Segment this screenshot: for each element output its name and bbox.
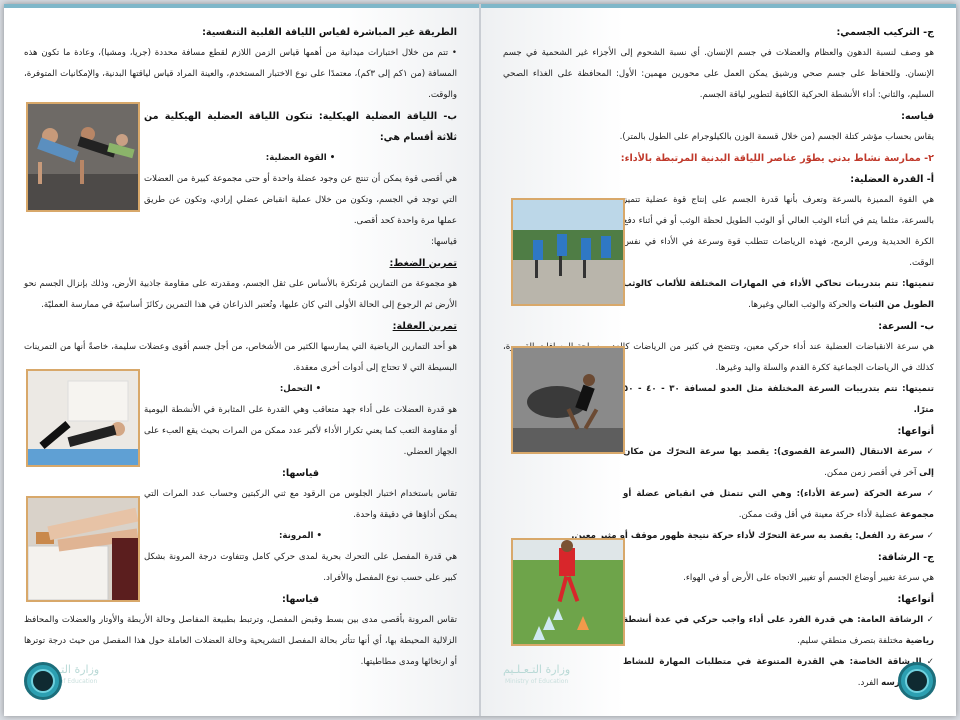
measure-heading: قياسه: bbox=[901, 111, 934, 122]
speed-block: تنميتها: تتم بتدريبات السرعة المختلفة مث… bbox=[623, 379, 934, 526]
sprinter-photo bbox=[511, 346, 625, 454]
agility-types-heading: أنواعها: bbox=[897, 594, 934, 605]
power-block: هي القوة المميزة بالسرعة وتعرف بأنها قدر… bbox=[623, 190, 934, 316]
agility-type-2: ✓ الرشاقة الخاصة: هي القدرة المتنوعة في … bbox=[623, 657, 934, 688]
flexibility-measure: قياسها: bbox=[281, 594, 319, 605]
agility-cones-photo bbox=[511, 538, 625, 646]
pushup-group-photo bbox=[26, 102, 140, 212]
right-watermark: وزارة التـعـلـيم Ministry of Education bbox=[503, 663, 571, 686]
pushup-heading: تمرين الضغط: bbox=[389, 258, 457, 269]
previous-page-button[interactable] bbox=[24, 662, 62, 700]
endurance-measure: قياسها: bbox=[281, 468, 319, 479]
speed-type-1: ✓ سرعة الانتقال (السرعة القصوى): يقصد به… bbox=[623, 447, 934, 478]
power-development: تنميتها: تتم بتدريبات تحاكي الأداء في ال… bbox=[623, 279, 934, 310]
agility-block: أنواعها: ✓ الرشاقة العامة: هي قدرة الفرد… bbox=[623, 589, 934, 694]
flexibility-bullet: • المرونة: bbox=[279, 531, 322, 541]
previous-page-icon bbox=[31, 669, 55, 693]
strength-paragraph: هي أقصى قوة يمكن أن تنتج عن وجود عضلة وا… bbox=[144, 174, 457, 226]
structural-heading: ب- اللياقة العضلية الهيكلية: تتكون الليا… bbox=[144, 111, 457, 143]
jump-training-photo bbox=[511, 198, 625, 306]
right-page: ج- التركيب الجسمي: هو وصف لنسبة الدهون و… bbox=[480, 4, 956, 716]
book-spread: الطريقة غير المباشرة لقياس اللياقة القلب… bbox=[4, 4, 956, 716]
speed-types-heading: أنواعها: bbox=[897, 426, 934, 437]
agility-type-1: ✓ الرشاقة العامة: هي قدرة الفرد على أداء… bbox=[623, 615, 934, 646]
endurance-paragraph: هو قدرة العضلات على أداء جهد متعاقب وهي … bbox=[144, 405, 457, 457]
pullup-heading: تمرين العقلة: bbox=[392, 321, 457, 332]
power-paragraph: هي القوة المميزة بالسرعة وتعرف بأنها قدر… bbox=[623, 195, 934, 268]
indirect-heading: الطريقة غير المباشرة لقياس اللياقة القلب… bbox=[202, 27, 457, 38]
endurance-block: • التحمل: هو قدرة العضلات على أداء جهد م… bbox=[144, 379, 457, 610]
body-composition-heading: ج- التركيب الجسمي: bbox=[836, 27, 934, 38]
indirect-paragraph: • تتم من خلال اختبارات ميدانية من أهمها … bbox=[24, 48, 457, 100]
speed-development: تنميتها: تتم بتدريبات السرعة المختلفة مث… bbox=[623, 384, 935, 415]
speed-type-2: ✓ سرعة الحركة (سرعة الأداء): وهي التي تت… bbox=[623, 489, 934, 520]
next-page-button[interactable] bbox=[898, 662, 936, 700]
endurance-measure-paragraph: تقاس باستخدام اختبار الجلوس من الرقود مع… bbox=[144, 489, 457, 520]
situp-photo bbox=[26, 369, 140, 467]
stretch-photo bbox=[26, 496, 140, 602]
left-page: الطريقة غير المباشرة لقياس اللياقة القلب… bbox=[4, 4, 480, 716]
strength-measure: قياسها: bbox=[431, 237, 457, 247]
pushup-paragraph: هو مجموعة من التمارين مُرتكزة بالأساس عل… bbox=[24, 279, 457, 310]
body-composition-paragraph: هو وصف لنسبة الدهون والعظام والعضلات في … bbox=[503, 48, 934, 100]
flexibility-paragraph: هي قدرة المفصل على التحرك بحرية لمدى حرك… bbox=[144, 552, 457, 583]
speed-heading: ب- السرعة: bbox=[878, 321, 934, 332]
structural-block: ب- اللياقة العضلية الهيكلية: تتكون الليا… bbox=[144, 106, 457, 253]
strength-bullet: • القوة العضلية: bbox=[265, 153, 336, 163]
endurance-bullet: • التحمل: bbox=[279, 384, 322, 394]
muscular-power-heading: أ- القدرة العضلية: bbox=[850, 174, 934, 185]
next-page-icon bbox=[905, 669, 929, 693]
section2-heading: ٢- ممارسة نشاط بدني يطوّر عناصر اللياقة … bbox=[620, 153, 934, 164]
measure-paragraph: يقاس بحساب مؤشر كتلة الجسم (من خلال قسمة… bbox=[619, 132, 934, 142]
